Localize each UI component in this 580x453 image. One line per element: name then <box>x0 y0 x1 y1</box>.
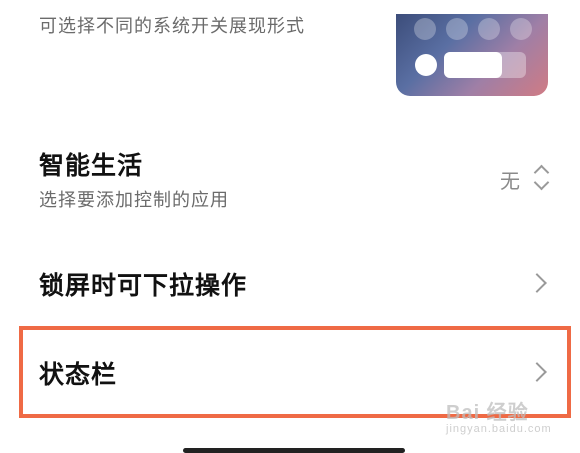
switch-style-description: 可选择不同的系统开关展现形式 <box>39 16 305 37</box>
preview-dot-icon <box>478 18 500 40</box>
preview-dot-icon <box>446 18 468 40</box>
smart-life-description: 选择要添加控制的应用 <box>39 190 229 211</box>
preview-toggle-icon <box>415 54 437 76</box>
lock-screen-pulldown-title: 锁屏时可下拉操作 <box>39 271 248 300</box>
smart-life-row[interactable]: 智能生活 选择要添加控制的应用 无 <box>0 130 580 230</box>
chevron-right-icon <box>527 273 547 293</box>
up-down-chevron-icon <box>533 163 550 191</box>
home-indicator-bar[interactable] <box>183 448 405 453</box>
lock-screen-pulldown-row[interactable]: 锁屏时可下拉操作 <box>0 250 580 320</box>
switch-style-row[interactable]: 可选择不同的系统开关展现形式 <box>0 0 580 110</box>
baidu-jingyan-watermark: Bai 经验 jingyan.baidu.com <box>446 396 552 435</box>
preview-dot-icon <box>510 18 532 40</box>
switch-style-preview-image[interactable] <box>396 14 548 96</box>
preview-slider-fill <box>444 52 502 78</box>
watermark-main-text: Bai 经验 <box>446 402 529 424</box>
smart-life-value: 无 <box>500 169 520 193</box>
preview-dot-icon <box>414 18 436 40</box>
watermark-sub-text: jingyan.baidu.com <box>446 423 552 435</box>
smart-life-title: 智能生活 <box>39 151 144 180</box>
